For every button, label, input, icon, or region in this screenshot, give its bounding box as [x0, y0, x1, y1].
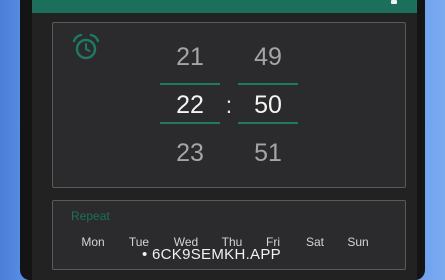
minute-picker[interactable]: 49 50 51 [238, 23, 298, 183]
minute-selected[interactable]: 50 [238, 90, 298, 120]
hour-divider-bottom [160, 122, 220, 124]
day-toggle-sun[interactable]: Sun [338, 235, 378, 249]
repeat-label: Repeat [71, 209, 110, 223]
overflow-icon[interactable] [391, 0, 397, 4]
alarm-clock-icon [72, 33, 100, 60]
hour-next[interactable]: 23 [160, 138, 220, 168]
hour-prev[interactable]: 21 [160, 42, 220, 72]
minute-divider-top [238, 83, 298, 85]
hour-divider-top [160, 83, 220, 85]
app-bar [32, 0, 417, 13]
hour-selected[interactable]: 22 [160, 90, 220, 120]
minute-prev[interactable]: 49 [238, 42, 298, 72]
day-toggle-mon[interactable]: Mon [73, 235, 113, 249]
hour-picker[interactable]: 21 22 23 [160, 23, 220, 183]
minute-next[interactable]: 51 [238, 138, 298, 168]
day-toggle-sat[interactable]: Sat [295, 235, 335, 249]
time-picker-card: 21 22 23 : 49 50 51 [52, 22, 406, 188]
app-screen: 21 22 23 : 49 50 51 Repeat Mon Tue Wed T… [32, 0, 417, 280]
phone-frame: 21 22 23 : 49 50 51 Repeat Mon Tue Wed T… [20, 0, 425, 280]
minute-divider-bottom [238, 122, 298, 124]
time-separator: : [225, 92, 233, 118]
watermark-text: • 6CK9SEMKH.APP [142, 246, 281, 263]
